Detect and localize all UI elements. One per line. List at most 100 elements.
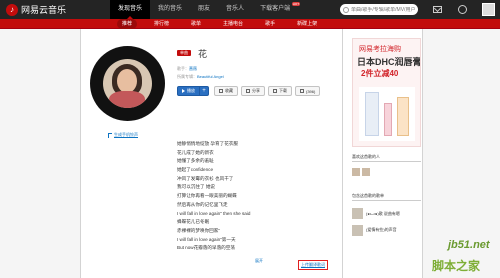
ringtone-label: 生成手机铃声 (114, 132, 138, 137)
share-button[interactable]: 分享 (241, 86, 265, 96)
search-input[interactable] (351, 6, 418, 13)
lyric-line: 冲风了发霉的衣衫 也风干了 (177, 175, 234, 181)
album-cover (103, 59, 152, 108)
ad-subline: 2件立减40 (361, 69, 399, 78)
play-button-group: 播放 + (177, 86, 209, 96)
nav-my-music[interactable]: 我的音乐 (150, 0, 190, 19)
subnav-new-albums[interactable]: 新碟上架 (292, 19, 322, 29)
lyrics-block: 她静悄悄地绽放 孕育了花衣服 花儿成了她的新衣 她懂了多余的羞耻 她起了conf… (177, 140, 327, 253)
music-note-icon (108, 132, 112, 138)
song-title: 花 (198, 49, 208, 59)
album-disc (90, 46, 165, 121)
song-content: 生成手机铃声 单曲 花 歌手：蔷薇 所属专辑：Beautiful Angel 播… (81, 29, 343, 278)
playlist-item[interactable]: (爱情有些)的声音 (352, 224, 397, 236)
mail-icon[interactable] (433, 6, 442, 13)
site-watermark: jb51.net 脚本之家 (432, 233, 500, 278)
nav-friends[interactable]: 朋友 (190, 0, 218, 19)
comment-icon (300, 89, 304, 93)
singer-row: 歌手：蔷薇 (177, 66, 197, 72)
user-avatar-small[interactable] (352, 168, 360, 176)
search-box[interactable] (340, 4, 418, 15)
subnav-recommend[interactable]: 推荐 (117, 19, 138, 29)
lyric-line: 她起了confidence (177, 167, 214, 173)
search-icon (343, 6, 349, 13)
lyric-line: 然后再从你的记忆里飞走 (177, 201, 228, 207)
play-button[interactable]: 播放 (178, 87, 199, 95)
album-label: 所属专辑： (177, 74, 197, 79)
sub-navbar: 推荐 排行榜 歌单 主播电台 歌手 新碟上架 (0, 19, 500, 29)
lyric-line: 赤裸裸的梦唤你回家" (177, 227, 220, 233)
ad-banner[interactable]: 网易考拉海购 日本DHC润唇膏 2件立减40 (352, 38, 421, 147)
user-avatar-small[interactable] (362, 168, 370, 176)
play-label: 播放 (187, 88, 195, 93)
nav-friends-label: 朋友 (198, 6, 211, 12)
download-label: 下载 (279, 88, 287, 93)
app-logo[interactable]: ♪ 网易云音乐 (6, 3, 66, 16)
cover-face (117, 69, 137, 93)
playlist-name: (๑•ᴗ•๑)歌 说曲有嗯 (366, 210, 400, 216)
subnav-playlists[interactable]: 歌单 (186, 19, 206, 29)
action-bar: 播放 + 收藏 分享 下载 (396) (177, 86, 323, 96)
subnav-charts[interactable]: 排行榜 (149, 19, 174, 29)
comment-count: (396) (306, 88, 316, 94)
playlist-cover (352, 224, 363, 236)
sidebar: 网易考拉海购 日本DHC润唇膏 2件立减40 喜欢这首歌的人 包含这首歌的歌单 … (344, 29, 423, 278)
expand-lyrics-link[interactable]: 展开 (255, 258, 263, 264)
lyric-line: I will fall in love again"第一天 (177, 236, 236, 242)
collect-label: 收藏 (225, 88, 233, 93)
nav-discover[interactable]: 发现音乐 (110, 0, 151, 19)
ad-headline: 日本DHC润唇膏 (357, 57, 421, 67)
singer-link[interactable]: 蔷薇 (189, 66, 197, 71)
nav-my-music-label: 我的音乐 (158, 6, 183, 12)
playlist-item[interactable]: (๑•ᴗ•๑)歌 说曲有嗯 (352, 207, 400, 219)
nav-download-client[interactable]: 下载客户端 HOT (252, 0, 301, 19)
album-row: 所属专辑：Beautiful Angel (177, 74, 224, 80)
share-icon (246, 89, 250, 93)
singer-label: 歌手： (177, 66, 189, 71)
play-icon (182, 89, 185, 93)
playlist-name: (爱情有些)的声音 (366, 227, 397, 232)
download-icon (273, 89, 277, 93)
ringtone-link[interactable]: 生成手机铃声 (108, 132, 138, 138)
liked-users (352, 168, 372, 176)
lyric-line: But now花瓣落的早落的空荡 (177, 245, 235, 251)
subnav-radio[interactable]: 主播电台 (218, 19, 248, 29)
product-lipbalm (384, 103, 392, 136)
upload-translation-link[interactable]: 上传翻译歌词 (298, 260, 328, 270)
netease-logo-icon: ♪ (6, 3, 18, 16)
hot-badge: HOT (291, 2, 301, 6)
subnav-artists[interactable]: 歌手 (260, 19, 280, 29)
nav-discover-label: 发现音乐 (118, 6, 143, 12)
user-avatar[interactable] (482, 3, 495, 16)
main-panel: 生成手机铃声 单曲 花 歌手：蔷薇 所属专辑：Beautiful Angel 播… (80, 29, 423, 278)
share-label: 分享 (252, 88, 260, 93)
collect-button[interactable]: 收藏 (214, 86, 238, 96)
cover-shirt (109, 91, 145, 108)
lyric-line: 打算让你再看一眼美丽的蝴蝶 (177, 193, 237, 199)
divider (352, 161, 421, 162)
folder-icon (219, 89, 223, 93)
playlists-title: 包含这首歌的歌单 (352, 193, 384, 198)
liked-by-title: 喜欢这首歌的人 (352, 154, 380, 159)
main-nav: 发现音乐 我的音乐 朋友 音乐人 下载客户端 HOT (110, 0, 301, 19)
single-tag: 单曲 (177, 50, 191, 56)
nav-download-label: 下载客户端 (260, 6, 291, 12)
ad-product-image (359, 87, 415, 141)
settings-icon[interactable] (458, 5, 467, 14)
add-to-playlist-button[interactable]: + (199, 87, 208, 95)
product-tube (397, 97, 409, 136)
playlist-cover (352, 207, 363, 219)
comment-button[interactable]: (396) (295, 86, 321, 96)
album-link[interactable]: Beautiful Angel (197, 74, 224, 79)
watermark-cn: 脚本之家 (432, 259, 481, 273)
download-button[interactable]: 下载 (268, 86, 292, 96)
lyric-line: I will fall in love again" then she said (177, 210, 251, 216)
nav-musician-label: 音乐人 (226, 6, 245, 12)
app-logo-text: 网易云音乐 (21, 5, 67, 15)
lyric-line: 花儿成了她的新衣 (177, 149, 214, 155)
lyric-line: 她懂了多余的羞耻 (177, 158, 214, 164)
watermark-site: jb51.net (448, 239, 490, 251)
nav-musician[interactable]: 音乐人 (218, 0, 252, 19)
ad-brand: 网易考拉海购 (359, 46, 401, 53)
top-navbar: ♪ 网易云音乐 发现音乐 我的音乐 朋友 音乐人 下载客户端 HOT (0, 0, 500, 19)
